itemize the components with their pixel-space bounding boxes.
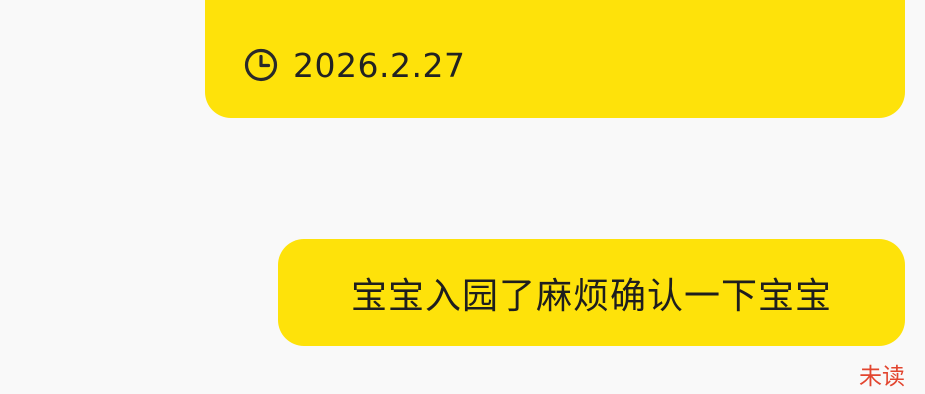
unread-status: 未读 (859, 364, 905, 390)
message-bubble-date[interactable]: 2026.2.27 (205, 0, 905, 118)
message-date: 2026.2.27 (293, 45, 466, 85)
message-bubble-text[interactable]: 宝宝入园了麻烦确认一下宝宝 (278, 239, 905, 346)
message-date-row: 2026.2.27 (243, 45, 465, 85)
clock-icon (244, 48, 278, 82)
chat-area: 2026.2.27 宝宝入园了麻烦确认一下宝宝 未读 (0, 0, 925, 394)
message-text: 宝宝入园了麻烦确认一下宝宝 (350, 275, 832, 317)
